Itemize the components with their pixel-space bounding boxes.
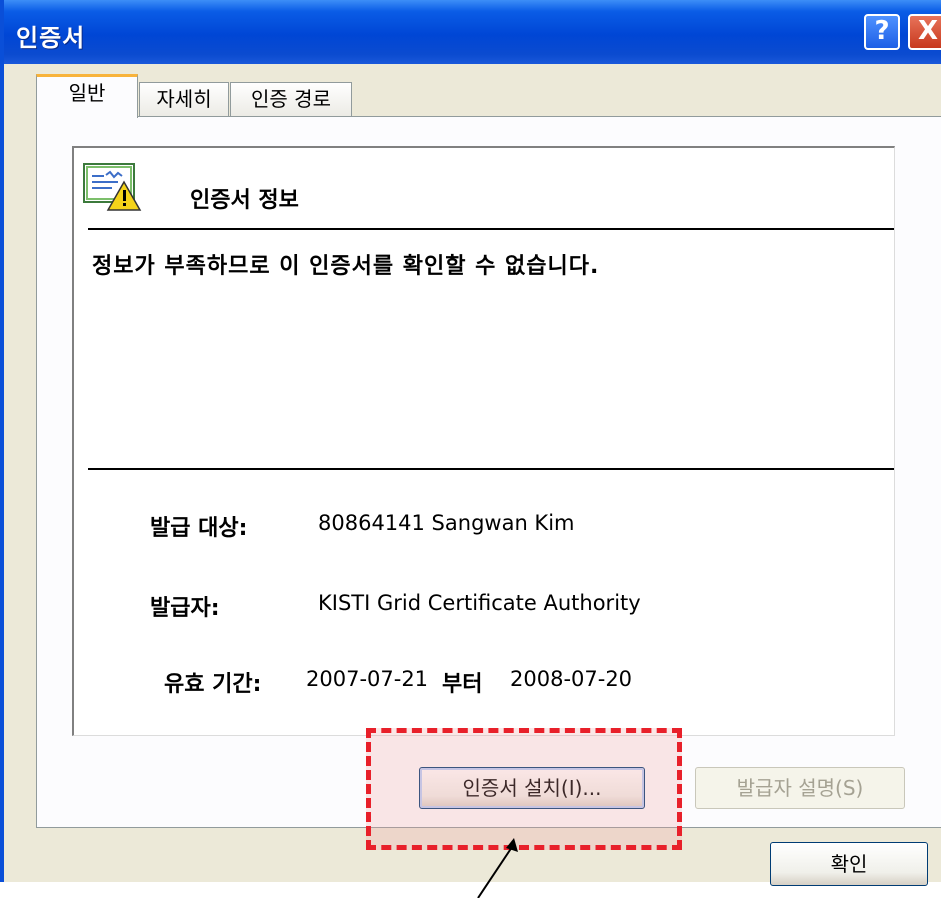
valid-to-value: 2008-07-20	[510, 667, 633, 691]
divider	[88, 468, 894, 470]
issued-by-label: 발급자:	[150, 596, 220, 621]
issuer-statement-button[interactable]: 발급자 설명(S)	[695, 767, 905, 809]
pointer-arrow-icon	[477, 838, 518, 898]
window-title: 인증서	[16, 24, 86, 52]
highlight-box	[366, 728, 682, 850]
tab-certification-path[interactable]: 인증 경로	[230, 82, 352, 116]
tab-general[interactable]: 일반	[36, 74, 138, 118]
issued-to-label: 발급 대상:	[150, 516, 248, 541]
help-button[interactable]: ?	[864, 14, 900, 50]
validity-label: 유효 기간:	[164, 672, 262, 697]
ok-button[interactable]: 확인	[770, 842, 928, 886]
title-bar[interactable]: 인증서 ? X	[4, 0, 941, 64]
status-message: 정보가 부족하므로 이 인증서를 확인할 수 없습니다.	[92, 254, 600, 279]
valid-from-value: 2007-07-21	[306, 667, 429, 691]
divider	[88, 228, 894, 230]
general-tab-panel: 인증서 정보 정보가 부족하므로 이 인증서를 확인할 수 없습니다. 발급 대…	[36, 116, 941, 828]
issued-by-value: KISTI Grid Certificate Authority	[318, 591, 641, 615]
validity-connector: 부터	[442, 672, 483, 697]
certificate-info-box: 인증서 정보 정보가 부족하므로 이 인증서를 확인할 수 없습니다. 발급 대…	[72, 146, 895, 736]
certificate-warning-icon	[83, 163, 142, 211]
issued-to-value: 80864141 Sangwan Kim	[318, 511, 575, 535]
info-title: 인증서 정보	[190, 188, 299, 213]
tab-details[interactable]: 자세히	[139, 82, 229, 116]
close-button[interactable]: X	[908, 14, 941, 50]
